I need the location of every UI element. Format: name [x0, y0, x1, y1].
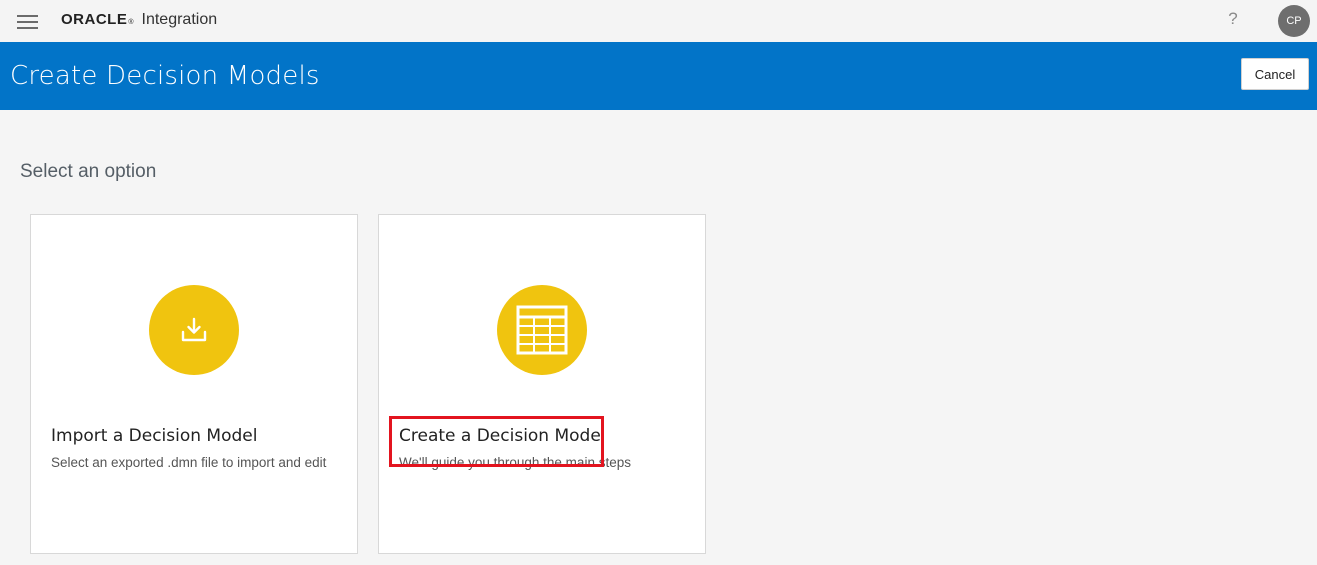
- hamburger-menu-icon[interactable]: [17, 14, 38, 29]
- card-description: Select an exported .dmn file to import a…: [51, 455, 327, 470]
- help-icon[interactable]: ?: [1224, 9, 1242, 31]
- card-title: Create a Decision Model: [399, 426, 606, 446]
- section-heading: Select an option: [20, 161, 157, 182]
- product-name: Integration: [141, 11, 218, 28]
- table-icon: [516, 305, 568, 355]
- download-icon: [181, 317, 207, 342]
- brand-registered-mark: ®: [128, 19, 134, 26]
- brand-name: ORACLE: [61, 11, 128, 28]
- create-icon-circle: [497, 285, 587, 375]
- import-icon-circle: [149, 285, 239, 375]
- page-header: Create Decision Models Cancel: [0, 42, 1317, 110]
- user-avatar[interactable]: CP: [1278, 5, 1310, 37]
- brand-logo: ORACLE ® Integration: [61, 11, 217, 33]
- card-description: We'll guide you through the main steps: [399, 455, 631, 470]
- page-title: Create Decision Models: [10, 61, 320, 91]
- cancel-button[interactable]: Cancel: [1241, 58, 1309, 90]
- top-bar: ORACLE ® Integration ? CP: [0, 0, 1317, 42]
- card-title: Import a Decision Model: [51, 426, 258, 446]
- create-decision-model-card[interactable]: Create a Decision Model We'll guide you …: [378, 214, 706, 554]
- import-decision-model-card[interactable]: Import a Decision Model Select an export…: [30, 214, 358, 554]
